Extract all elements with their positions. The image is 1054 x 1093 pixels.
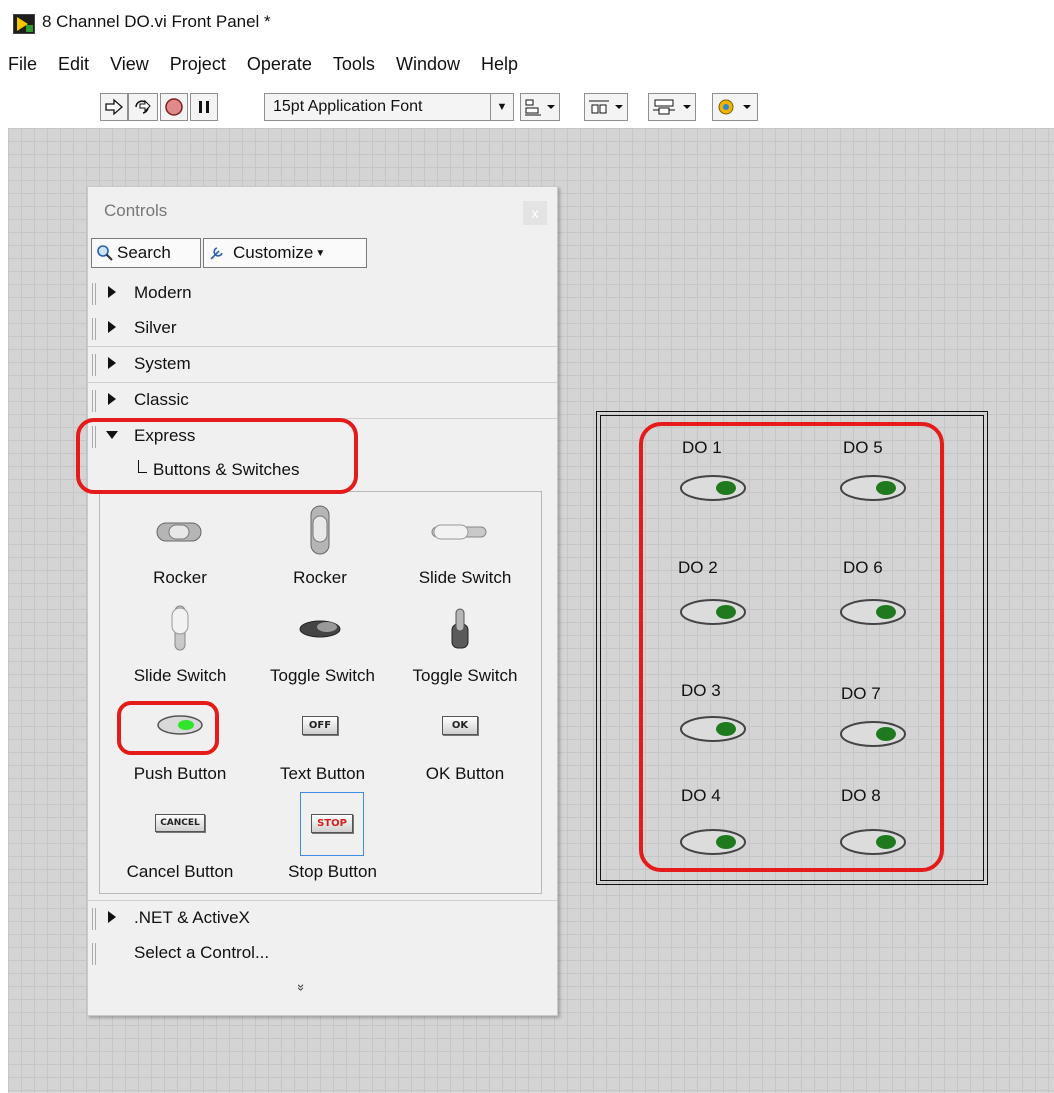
item-label-push-button: Push Button [133,764,227,783]
off-button-icon-text: OFF [301,715,339,735]
search-button[interactable]: Search [91,238,201,268]
item-label-cancel-button: Cancel Button [126,862,234,881]
ok-button-icon[interactable]: OK [420,710,500,740]
abort-button[interactable] [160,93,188,121]
category-label: System [134,354,191,373]
align-objects-icon [525,99,555,116]
distribute-objects-button[interactable] [584,93,628,121]
grip-icon [92,283,96,305]
item-label-slide-switch: Slide Switch [133,666,227,685]
expand-arrow-icon [108,286,116,298]
cancel-button-icon[interactable]: CANCEL [140,808,220,838]
category-system[interactable]: System [88,347,557,383]
search-button-label: Search [117,243,171,262]
grip-icon [92,354,96,376]
item-label-rocker: Rocker [293,568,347,587]
item-label-toggle-switch: Toggle Switch [270,666,375,685]
menu-bar: File Edit View Project Operate Tools Win… [8,54,534,80]
controls-palette: Controls x Search Customize ▼ Modern Sil… [87,186,558,1016]
category-label: .NET & ActiveX [134,908,250,927]
wrench-icon [210,247,223,260]
menu-tools[interactable]: Tools [333,54,375,75]
category-label: Silver [134,318,177,337]
controls-grid: Rocker Rocker Slide Switch Slide Switch … [99,491,542,894]
distribute-objects-icon [589,100,623,114]
search-icon [97,245,113,261]
item-label-text-button: Text Button [279,764,366,783]
horizontal-rocker-icon[interactable] [140,512,220,552]
run-continuously-icon [135,99,151,114]
category-classic[interactable]: Classic [88,383,557,419]
title-bar: 8 Channel DO.vi Front Panel * [0,0,1054,42]
annotation-push-button-highlight [117,701,219,755]
expand-arrow-icon [108,393,116,405]
horizontal-toggle-switch-icon[interactable] [280,612,360,646]
category-label: Classic [134,390,189,409]
run-arrow-icon [105,98,123,116]
cancel-button-icon-text: CANCEL [155,814,205,832]
item-label-ok-button: OK Button [425,764,505,783]
grip-icon [92,390,96,412]
labview-vi-icon [13,14,35,34]
reorder-button[interactable] [712,93,758,121]
vertical-rocker-icon[interactable] [280,502,360,560]
expand-arrow-icon [108,321,116,333]
stop-sign-icon [165,98,183,116]
customize-button[interactable]: Customize ▼ [203,238,367,268]
reorder-icon [718,99,751,115]
ok-button-icon-text: OK [441,715,479,735]
menu-project[interactable]: Project [170,54,226,75]
align-objects-button[interactable] [520,93,560,121]
item-label-rocker: Rocker [153,568,207,587]
horizontal-slide-switch-icon[interactable] [420,512,500,552]
chevron-down-icon: ▼ [490,94,513,120]
expand-arrow-icon [108,911,116,923]
select-control-label: Select a Control... [134,943,270,962]
customize-dropdown-icon: ▼ [315,247,326,259]
pause-button[interactable] [190,93,218,121]
expand-arrow-icon [108,357,116,369]
pause-icon [199,101,209,113]
vertical-toggle-switch-icon[interactable] [420,604,500,654]
menu-window[interactable]: Window [396,54,460,75]
text-button-icon[interactable]: OFF [280,710,360,740]
item-label-slide-switch: Slide Switch [418,568,512,587]
resize-objects-button[interactable] [648,93,696,121]
vertical-slide-switch-icon[interactable] [140,604,220,654]
expand-more-icon[interactable]: » [294,984,309,991]
stop-button-icon-text: STOP [311,813,353,833]
run-continuously-button[interactable] [128,93,158,121]
category-dotnet-activex[interactable]: .NET & ActiveX [88,900,557,937]
category-silver[interactable]: Silver [88,311,557,347]
annotation-express-highlight [76,418,358,494]
stop-button-icon[interactable]: STOP [292,808,372,838]
grip-icon [92,318,96,340]
annotation-do-buttons-highlight [639,422,944,872]
window-left-edge [0,128,8,1093]
menu-file[interactable]: File [8,54,37,75]
menu-view[interactable]: View [110,54,149,75]
select-a-control[interactable]: Select a Control... [88,936,557,971]
toolbar: 15pt Application Font ▼ [8,88,1054,128]
close-icon[interactable]: x [523,201,547,225]
resize-objects-icon [653,99,691,115]
font-select-value: 15pt Application Font [273,98,423,115]
font-select[interactable]: 15pt Application Font ▼ [264,93,514,121]
menu-help[interactable]: Help [481,54,518,75]
run-button[interactable] [100,93,128,121]
category-modern[interactable]: Modern [88,276,557,312]
palette-title: Controls [104,201,168,220]
menu-edit[interactable]: Edit [58,54,89,75]
menu-operate[interactable]: Operate [247,54,312,75]
grip-icon [92,943,96,965]
grip-icon [92,908,96,930]
window-title: 8 Channel DO.vi Front Panel * [42,12,271,31]
item-label-stop-button: Stop Button [288,862,377,881]
item-label-toggle-switch: Toggle Switch [412,666,518,685]
customize-button-label: Customize [233,243,314,262]
category-label: Modern [134,283,192,302]
